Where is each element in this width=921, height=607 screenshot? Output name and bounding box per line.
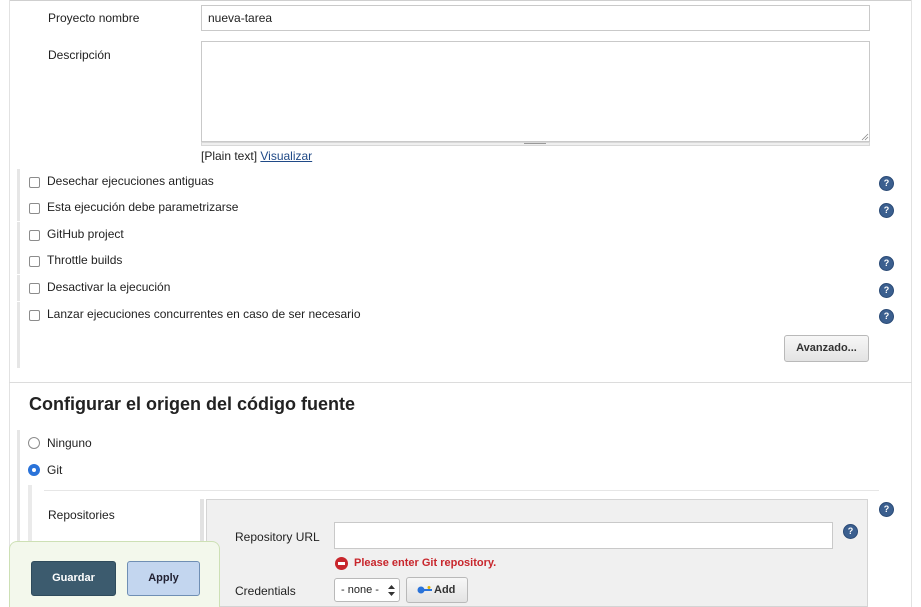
option-bar — [17, 275, 20, 301]
credentials-selected: - none - — [341, 584, 379, 596]
option-bar — [17, 222, 20, 248]
option-checkbox[interactable] — [29, 230, 40, 241]
visualizar-link[interactable]: Visualizar — [260, 149, 312, 163]
repository-url-label: Repository URL — [235, 530, 320, 544]
option-checkbox[interactable] — [29, 203, 40, 214]
section-title: Configurar el origen del código fuente — [29, 394, 356, 414]
option-checkbox[interactable] — [29, 177, 40, 188]
help-icon[interactable]: ? — [843, 524, 858, 539]
error-message: Please enter Git repository. — [354, 557, 497, 569]
updown-arrow-icon — [388, 585, 395, 596]
help-icon[interactable]: ? — [879, 309, 894, 324]
repository-panel — [206, 499, 868, 607]
option-label: Lanzar ejecuciones concurrentes en caso … — [47, 307, 361, 321]
format-info: [Plain text] Visualizar — [201, 149, 312, 163]
git-divider — [44, 490, 879, 491]
radio-git[interactable] — [28, 464, 40, 476]
option-row: Desechar ejecuciones antiguas — [17, 169, 912, 195]
section-divider — [9, 382, 912, 383]
help-icon[interactable]: ? — [879, 502, 894, 517]
apply-button[interactable]: Apply — [127, 561, 200, 596]
option-row: GitHub project — [17, 222, 912, 248]
option-row: Lanzar ejecuciones concurrentes en caso … — [17, 302, 912, 328]
add-button-label: Add — [434, 584, 456, 596]
help-icon[interactable]: ? — [879, 203, 894, 218]
save-button[interactable]: Guardar — [31, 561, 116, 596]
format-plain-text: [Plain text] — [201, 149, 258, 163]
radio-ninguno-label: Ninguno — [47, 436, 92, 450]
option-bar — [17, 248, 20, 274]
radio-git-label: Git — [47, 463, 63, 477]
help-icon[interactable]: ? — [879, 256, 894, 271]
option-checkbox[interactable] — [29, 310, 40, 321]
key-icon — [417, 586, 432, 594]
project-name-label: Proyecto nombre — [48, 11, 140, 25]
top-border — [9, 0, 912, 1]
option-row: Desactivar la ejecución — [17, 275, 912, 301]
textarea-resize-handle[interactable] — [861, 133, 869, 141]
panel-left-border — [9, 0, 10, 607]
option-label: Desechar ejecuciones antiguas — [47, 174, 214, 188]
option-bar — [17, 302, 20, 328]
option-checkbox[interactable] — [29, 256, 40, 267]
add-credentials-button[interactable]: Add — [406, 577, 468, 603]
error-icon — [335, 557, 348, 570]
project-name-input[interactable]: nueva-tarea — [201, 5, 870, 31]
radio-ninguno[interactable] — [28, 437, 40, 449]
option-row: Esta ejecución debe parametrizarse — [17, 195, 912, 221]
help-icon[interactable]: ? — [879, 176, 894, 191]
option-row: Throttle builds — [17, 248, 912, 274]
credentials-label: Credentials — [235, 584, 296, 598]
drag-grip — [524, 143, 546, 144]
option-bar — [17, 328, 20, 368]
credentials-select[interactable]: - none - — [334, 578, 400, 602]
description-textarea[interactable] — [201, 41, 870, 142]
option-label: Esta ejecución debe parametrizarse — [47, 200, 239, 214]
repository-url-input[interactable] — [334, 522, 833, 549]
option-bar — [17, 195, 20, 221]
option-label: Throttle builds — [47, 253, 123, 267]
description-label: Descripción — [48, 48, 111, 62]
option-label: GitHub project — [47, 227, 124, 241]
option-label: Desactivar la ejecución — [47, 280, 171, 294]
repositories-label: Repositories — [48, 508, 115, 522]
option-bar — [17, 169, 20, 195]
option-checkbox[interactable] — [29, 283, 40, 294]
help-icon[interactable]: ? — [879, 283, 894, 298]
advanced-button[interactable]: Avanzado... — [784, 335, 869, 362]
